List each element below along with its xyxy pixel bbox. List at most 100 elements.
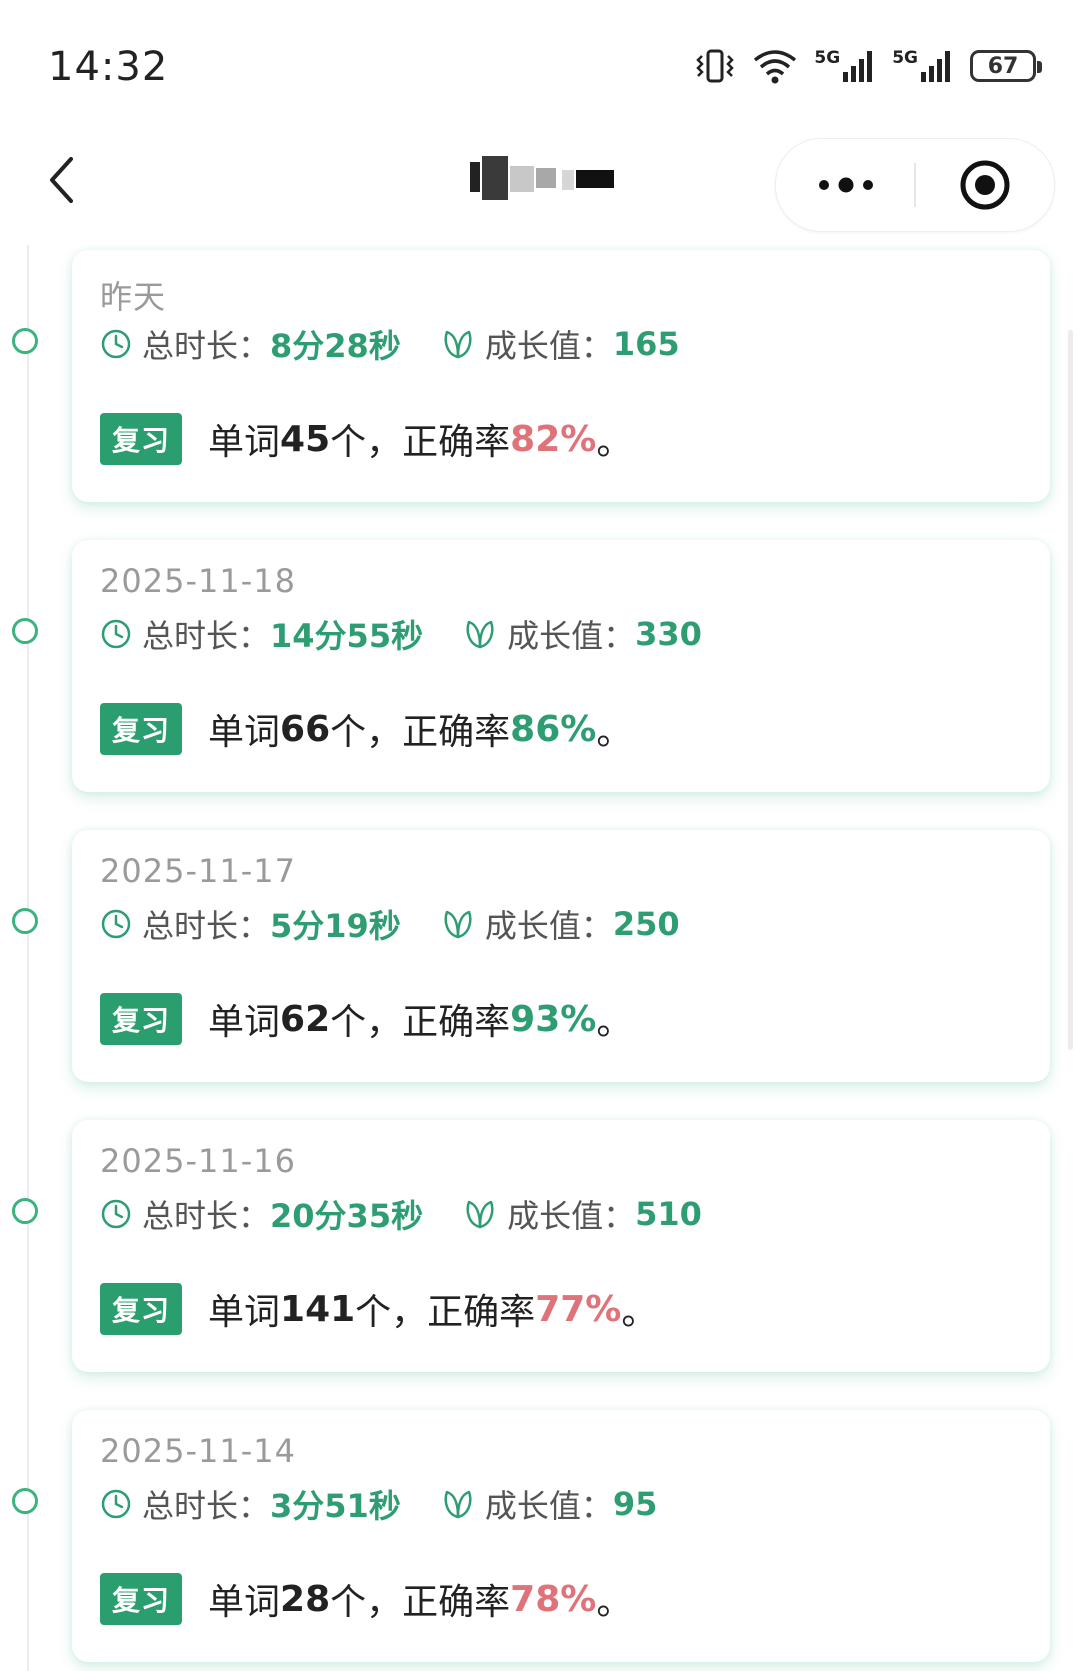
clock-icon: [100, 1198, 132, 1230]
accuracy-rate: 78%: [510, 1578, 597, 1620]
word-prefix: 单词: [208, 1002, 281, 1043]
duration-label: 总时长：: [142, 617, 271, 655]
record-summary: 复习 单词 28 个，正确率 78%。: [100, 1572, 632, 1626]
duration-value: 20分35秒: [270, 1197, 424, 1235]
timeline-dot: [12, 328, 38, 354]
leaf-icon: [463, 1198, 497, 1230]
review-tag: 复习: [100, 1573, 182, 1625]
summary-end: 。: [596, 422, 633, 463]
duration-value: 14分55秒: [270, 617, 424, 655]
signal-icon: 5G: [814, 48, 876, 84]
clock-icon: [100, 618, 132, 650]
record-date: 2025-11-16: [100, 1142, 296, 1180]
word-prefix: 单词: [208, 1582, 281, 1623]
record-stats: 总时长： 5分19秒 成长值： 250: [100, 902, 680, 946]
more-button[interactable]: [776, 139, 915, 231]
word-count: 28: [280, 1578, 331, 1620]
record-summary: 复习 单词 141 个，正确率 77%。: [100, 1282, 657, 1336]
word-suffix: 个，正确率: [355, 1292, 536, 1333]
accuracy-rate: 93%: [510, 998, 597, 1040]
review-tag: 复习: [100, 993, 182, 1045]
record-stats: 总时长： 20分35秒 成长值： 510: [100, 1192, 702, 1236]
network-type-label: 5G: [814, 48, 841, 68]
duration-label: 总时长：: [142, 907, 271, 945]
record-summary: 复习 单词 45 个，正确率 82%。: [100, 412, 632, 466]
leaf-icon: [441, 1488, 475, 1520]
back-button[interactable]: [36, 150, 86, 210]
timeline-dot: [12, 618, 38, 644]
growth-value: 165: [612, 325, 680, 363]
duration-value: 8分28秒: [270, 327, 401, 365]
record-date: 2025-11-18: [100, 562, 296, 600]
summary-end: 。: [596, 712, 633, 753]
nav-bar: [0, 130, 1080, 240]
review-tag: 复习: [100, 413, 182, 465]
record-card[interactable]: 2025-11-17 总时长： 5分19秒 成长值： 250 复习 单词 62 个，…: [72, 830, 1050, 1082]
leaf-icon: [463, 618, 497, 650]
signal-icon: 5G: [892, 48, 954, 84]
more-dots-icon: [818, 177, 873, 193]
growth-value: 330: [635, 615, 702, 653]
word-suffix: 个，正确率: [330, 712, 511, 753]
chevron-left-icon: [50, 157, 73, 203]
summary-end: 。: [621, 1292, 658, 1333]
scrollbar[interactable]: [1068, 330, 1073, 1050]
accuracy-rate: 77%: [535, 1288, 622, 1330]
word-suffix: 个，正确率: [330, 1582, 511, 1623]
growth-label: 成长值：: [484, 1487, 613, 1525]
word-suffix: 个，正确率: [330, 1002, 511, 1043]
word-prefix: 单词: [208, 1292, 281, 1333]
record-stats: 总时长： 8分28秒 成长值： 165: [100, 322, 680, 366]
growth-value: 250: [612, 905, 680, 943]
review-tag: 复习: [100, 703, 182, 755]
record-date: 2025-11-17: [100, 852, 296, 890]
timeline-line: [27, 245, 29, 1671]
growth-value: 95: [612, 1485, 658, 1523]
record-stats: 总时长： 3分51秒 成长值： 95: [100, 1482, 657, 1526]
target-close-icon: [960, 160, 1010, 210]
duration-label: 总时长：: [142, 327, 271, 365]
page-title-redacted: [470, 152, 620, 208]
leaf-icon: [441, 328, 475, 360]
accuracy-rate: 82%: [510, 418, 597, 460]
clock-icon: [100, 908, 132, 940]
accuracy-rate: 86%: [510, 708, 597, 750]
record-date: 2025-11-14: [100, 1432, 296, 1470]
status-bar: 14:32 5G 5G 67: [0, 0, 1080, 130]
duration-label: 总时长：: [142, 1197, 271, 1235]
timeline-dot: [12, 1488, 38, 1514]
record-card[interactable]: 昨天 总时长： 8分28秒 成长值： 165 复习 单词 45 个，正确率 82%。: [72, 250, 1050, 502]
leaf-icon: [441, 908, 475, 940]
close-button[interactable]: [916, 139, 1054, 231]
review-tag: 复习: [100, 1283, 182, 1335]
timeline-dot: [12, 1198, 38, 1224]
status-time: 14:32: [48, 44, 169, 90]
record-summary: 复习 单词 62 个，正确率 93%。: [100, 992, 632, 1046]
word-prefix: 单词: [208, 422, 281, 463]
duration-value: 5分19秒: [270, 907, 401, 945]
growth-label: 成长值：: [507, 1197, 636, 1235]
wifi-icon: [752, 48, 798, 84]
summary-end: 。: [596, 1582, 633, 1623]
clock-icon: [100, 1488, 132, 1520]
record-card[interactable]: 2025-11-16 总时长： 20分35秒 成长值： 510 复习 单词 141…: [72, 1120, 1050, 1372]
word-prefix: 单词: [208, 712, 281, 753]
record-summary: 复习 单词 66 个，正确率 86%。: [100, 702, 632, 756]
status-icons: 5G 5G 67: [694, 48, 1042, 84]
growth-label: 成长值：: [484, 907, 613, 945]
clock-icon: [100, 328, 132, 360]
timeline-dot: [12, 908, 38, 934]
word-count: 141: [280, 1288, 356, 1330]
battery-icon: 67: [970, 50, 1042, 82]
record-card[interactable]: 2025-11-14 总时长： 3分51秒 成长值： 95 复习 单词 28 个，正…: [72, 1410, 1050, 1662]
word-count: 62: [280, 998, 331, 1040]
growth-label: 成长值：: [484, 327, 613, 365]
summary-end: 。: [596, 1002, 633, 1043]
record-card[interactable]: 2025-11-18 总时长： 14分55秒 成长值： 330 复习 单词 66 个…: [72, 540, 1050, 792]
record-date: 昨天: [100, 278, 167, 316]
growth-label: 成长值：: [507, 617, 636, 655]
vibrate-icon: [694, 48, 736, 84]
network-type-label: 5G: [892, 48, 918, 68]
duration-label: 总时长：: [142, 1487, 271, 1525]
word-suffix: 个，正确率: [330, 422, 511, 463]
